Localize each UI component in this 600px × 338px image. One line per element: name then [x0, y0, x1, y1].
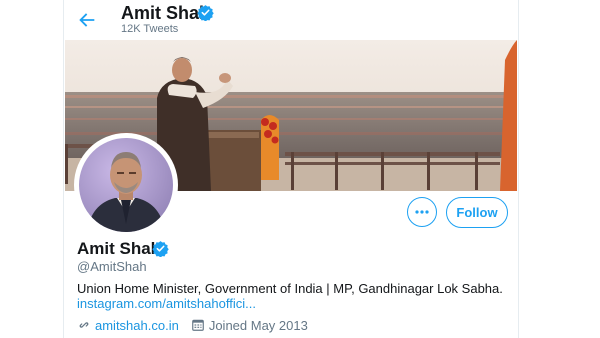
- profile-meta: amitshah.co.in Joined May 2013: [77, 316, 308, 334]
- profile-header-bar: Amit Shah 12K Tweets: [64, 0, 518, 40]
- follow-button[interactable]: Follow: [446, 197, 508, 228]
- bio-link[interactable]: instagram.com/amitshahoffici...: [77, 296, 256, 311]
- more-options-button[interactable]: [407, 197, 437, 227]
- more-dots-icon: [415, 210, 429, 214]
- verified-badge-icon: [197, 5, 214, 21]
- profile-bio: Union Home Minister, Government of India…: [77, 281, 503, 296]
- profile-column: Amit Shah 12K Tweets Follow Amit Shah @A…: [63, 0, 519, 338]
- profile-handle: @AmitShah: [77, 259, 147, 274]
- joined-date: Joined May 2013: [208, 317, 308, 333]
- avatar[interactable]: [79, 138, 173, 232]
- avatar-image: [79, 138, 173, 232]
- website-link[interactable]: amitshah.co.in: [95, 318, 179, 333]
- verified-badge-icon: [152, 241, 169, 257]
- link-icon: [79, 322, 89, 328]
- back-arrow-icon[interactable]: [76, 9, 98, 31]
- calendar-icon: [191, 319, 204, 331]
- tweet-count: 12K Tweets: [121, 23, 179, 35]
- profile-name: Amit Shah: [77, 239, 162, 258]
